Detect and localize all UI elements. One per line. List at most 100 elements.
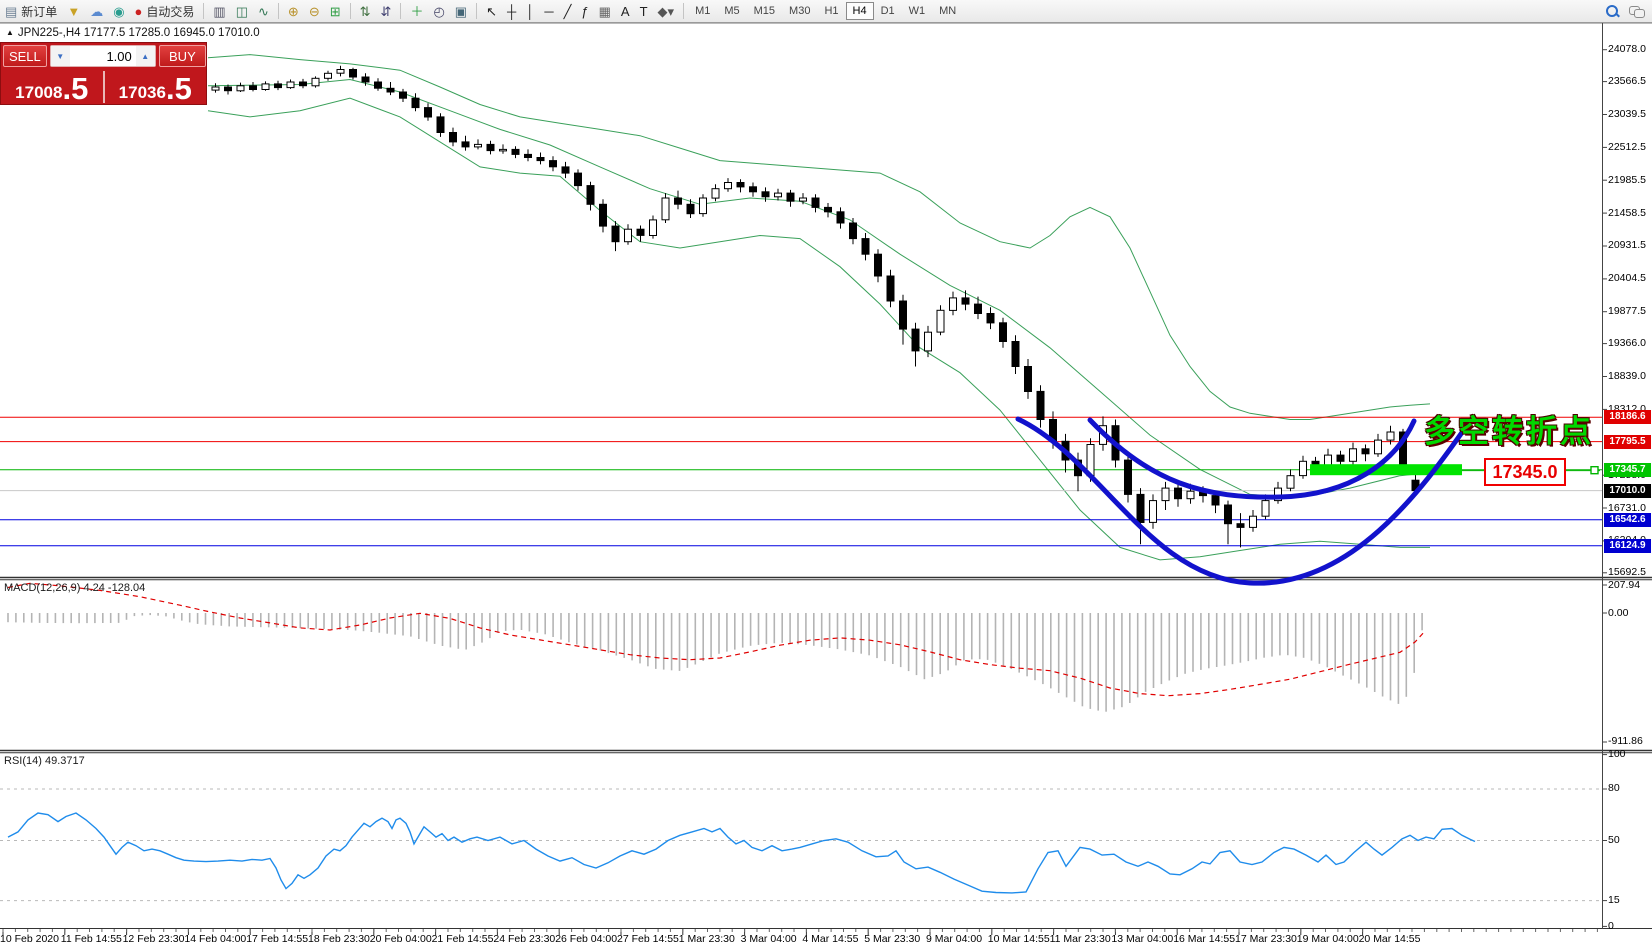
rsi-axis-tick: 80 (1608, 782, 1620, 794)
tile-windows-icon: ⊞ (330, 5, 341, 18)
symbol-triangle-icon: ▲ (6, 28, 14, 37)
text-button[interactable]: A (616, 1, 635, 21)
indicators-button[interactable]: ⇅ (355, 1, 376, 21)
tile-windows-button[interactable]: ⊞ (325, 1, 346, 21)
objects-list-icon: ⇵ (381, 5, 392, 18)
sell-price-main: 17008 (15, 83, 62, 103)
timeframe-m5-button[interactable]: M5 (717, 2, 746, 20)
buy-price-main: 17036 (119, 83, 166, 103)
vertical-line-button[interactable]: │ (521, 1, 539, 21)
toolbar-separator (350, 3, 351, 19)
price-axis-tick: 20404.5 (1608, 272, 1646, 284)
search-icon[interactable] (1606, 5, 1619, 18)
shapes-button[interactable]: ◆▾ (653, 1, 680, 21)
timeframe-mn-button[interactable]: MN (932, 2, 963, 20)
autotrading-label: 自动交易 (146, 3, 194, 20)
buy-price-button[interactable]: 17036.5 (105, 69, 207, 105)
line-chart-button[interactable]: ∿ (253, 1, 274, 21)
autotrading-button[interactable]: ●自动交易 (130, 1, 200, 21)
timeframe-h4-button[interactable]: H4 (846, 2, 874, 20)
periods-button[interactable]: ◴ (428, 1, 449, 21)
new-order-button[interactable]: ▤新订单 (0, 1, 62, 21)
timeframe-m30-button[interactable]: M30 (782, 2, 817, 20)
sell-button[interactable]: SELL (3, 45, 47, 67)
price-tag: 17345.7 (1604, 463, 1651, 477)
toolbar-separator (203, 3, 204, 19)
text-label-button[interactable]: T (635, 1, 653, 21)
cursor-button[interactable]: ↖ (481, 1, 502, 21)
chart-title-text: JPN225-,H4 17177.5 17285.0 16945.0 17010… (18, 27, 260, 39)
community-icon: ☁ (90, 5, 103, 18)
horizontal-line-button[interactable]: ─ (539, 1, 558, 21)
volume-up-button[interactable]: ▲ (136, 46, 155, 66)
timeframe-w1-button[interactable]: W1 (902, 2, 933, 20)
new-chart-button[interactable]: ＋ (405, 1, 428, 21)
buy-price-pips: .5 (166, 75, 192, 103)
price-tag: 18186.6 (1604, 410, 1651, 424)
price-axis-tick: 23039.5 (1608, 108, 1646, 120)
trendline-button[interactable]: ╱ (559, 1, 577, 21)
timeframe-d1-button[interactable]: D1 (874, 2, 902, 20)
zoom-out-button[interactable]: ⊖ (304, 1, 325, 21)
sell-price-button[interactable]: 17008.5 (1, 69, 103, 105)
time-axis-label: 21 Feb 14:55 (432, 933, 494, 945)
zoom-in-button[interactable]: ⊕ (283, 1, 304, 21)
trendline-icon: ╱ (564, 5, 572, 18)
one-click-trading-panel: SELL ▼ 1.00 ▲ BUY 17008.5 17036.5 (0, 42, 207, 105)
price-axis-tick: 19366.0 (1608, 337, 1646, 349)
chart-canvas[interactable] (0, 23, 1652, 946)
timeframe-m15-button[interactable]: M15 (747, 2, 782, 20)
macd-axis-tick: -911.86 (1608, 735, 1643, 747)
toolbar: ▤新订单▼ ☁ ◉ ●自动交易 ▥ ◫ ∿ ⊕ ⊖ ⊞ ⇅ ⇵ ＋ ◴ ▣ ↖ ┼ │─ ╱ ƒ▦ AT ◆▾ M1M5M1… (0, 0, 1652, 23)
volume-down-button[interactable]: ▼ (51, 46, 70, 66)
timeframe-m1-button[interactable]: M1 (688, 2, 717, 20)
community-button[interactable]: ☁ (85, 1, 108, 21)
candlestick-chart-button[interactable]: ◫ (231, 1, 253, 21)
price-tag: 16542.6 (1604, 513, 1651, 527)
rsi-label: RSI(14) 49.3717 (4, 755, 85, 767)
crosshair-button[interactable]: ┼ (502, 1, 521, 21)
chat-icon[interactable] (1629, 6, 1644, 17)
text-icon: A (621, 5, 630, 18)
mt4-window: { "toolbar": { "new_order_label": "新订单",… (0, 0, 1652, 946)
crosshair-icon: ┼ (507, 5, 516, 18)
price-axis-tick: 23566.5 (1608, 75, 1646, 87)
time-axis-label: 4 Mar 14:55 (802, 933, 858, 945)
toolbar-separator (400, 3, 401, 19)
time-axis-label: 26 Feb 04:00 (555, 933, 617, 945)
time-axis-label: 12 Feb 23:30 (123, 933, 185, 945)
chart-root: ▲ JPN225-,H4 17177.5 17285.0 16945.0 1701… (0, 23, 1652, 946)
templates-icon: ▣ (455, 5, 467, 18)
sell-price-pips: .5 (62, 75, 88, 103)
signals-button[interactable]: ◉ (108, 1, 129, 21)
funnel-button[interactable]: ▼ (62, 1, 85, 21)
zoom-in-icon: ⊕ (288, 5, 299, 18)
time-axis-label: 9 Mar 04:00 (926, 933, 982, 945)
shapes-icon: ◆▾ (658, 5, 675, 18)
rsi-axis-tick: 15 (1608, 894, 1620, 906)
bar-chart-button[interactable]: ▥ (208, 1, 230, 21)
time-axis-label: 11 Feb 14:55 (61, 933, 122, 945)
buy-button[interactable]: BUY (159, 45, 206, 67)
time-axis-label: 10 Mar 14:55 (988, 933, 1050, 945)
fibonacci-button[interactable]: ƒ (576, 1, 593, 21)
candlestick-chart-icon: ◫ (236, 5, 248, 18)
signals-icon: ◉ (113, 5, 124, 18)
time-axis-label: 17 Mar 23:30 (1235, 933, 1297, 945)
bar-chart-icon: ▥ (213, 5, 225, 18)
toolbar-separator (278, 3, 279, 19)
chinese-annotation: 多空转折点 (1424, 406, 1594, 451)
grid-button[interactable]: ▦ (594, 1, 616, 21)
time-axis-label: 1 Mar 23:30 (679, 933, 735, 945)
price-axis-tick: 22512.5 (1608, 141, 1646, 153)
toolbar-separator (476, 3, 477, 19)
price-axis-tick: 19877.5 (1608, 305, 1646, 317)
objects-list-button[interactable]: ⇵ (376, 1, 397, 21)
templates-button[interactable]: ▣ (450, 1, 472, 21)
price-axis-tick: 15692.5 (1608, 566, 1646, 578)
macd-axis-tick: 207.94 (1608, 579, 1640, 591)
price-axis-tick: 24078.0 (1608, 43, 1646, 55)
periods-icon: ◴ (433, 5, 444, 18)
volume-input[interactable]: 1.00 (70, 46, 136, 66)
timeframe-h1-button[interactable]: H1 (817, 2, 845, 20)
